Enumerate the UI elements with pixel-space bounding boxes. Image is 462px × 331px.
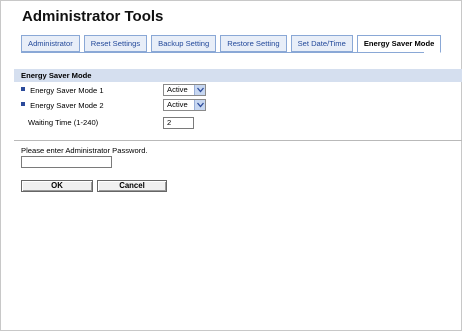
energy-saver-mode-2-select[interactable]: Active [163,99,206,111]
energy-saver-mode-1-label: Energy Saver Mode 1 [30,85,104,95]
page-title: Administrator Tools [22,8,164,25]
tab-administrator[interactable]: Administrator [21,35,80,52]
energy-saver-mode-1-select[interactable]: Active [163,84,206,96]
energy-saver-mode-1-value: Active [167,85,188,94]
energy-saver-mode-2-label: Energy Saver Mode 2 [30,100,104,110]
energy-saver-mode-1-row: Energy Saver Mode 1 [21,83,104,96]
content-frame: Administrator Tools Administrator Reset … [0,0,462,331]
password-input[interactable] [21,156,112,168]
tab-underline [21,52,424,53]
waiting-time-input[interactable]: 2 [163,117,194,129]
waiting-time-row: Waiting Time (1-240) [21,115,98,128]
divider [14,140,462,141]
cancel-button[interactable]: Cancel [97,180,167,192]
chevron-down-icon [194,100,205,110]
energy-saver-mode-2-row: Energy Saver Mode 2 [21,98,104,111]
bullet-icon [21,102,25,106]
bullet-icon [21,87,25,91]
waiting-time-label: Waiting Time (1-240) [28,117,99,127]
tab-reset-settings[interactable]: Reset Settings [83,35,148,52]
tab-bar: Administrator Reset Settings Backup Sett… [21,35,445,53]
tab-restore-setting[interactable]: Restore Setting [220,35,287,52]
section-heading: Energy Saver Mode [14,69,462,82]
chevron-down-icon [194,85,205,95]
tab-energy-saver-mode[interactable]: Energy Saver Mode [356,35,442,53]
tab-backup-setting[interactable]: Backup Setting [151,35,217,52]
password-label: Please enter Administrator Password. [21,146,148,155]
tab-set-date-time[interactable]: Set Date/Time [290,35,353,52]
energy-saver-mode-2-value: Active [167,100,188,109]
ok-button[interactable]: OK [21,180,93,192]
